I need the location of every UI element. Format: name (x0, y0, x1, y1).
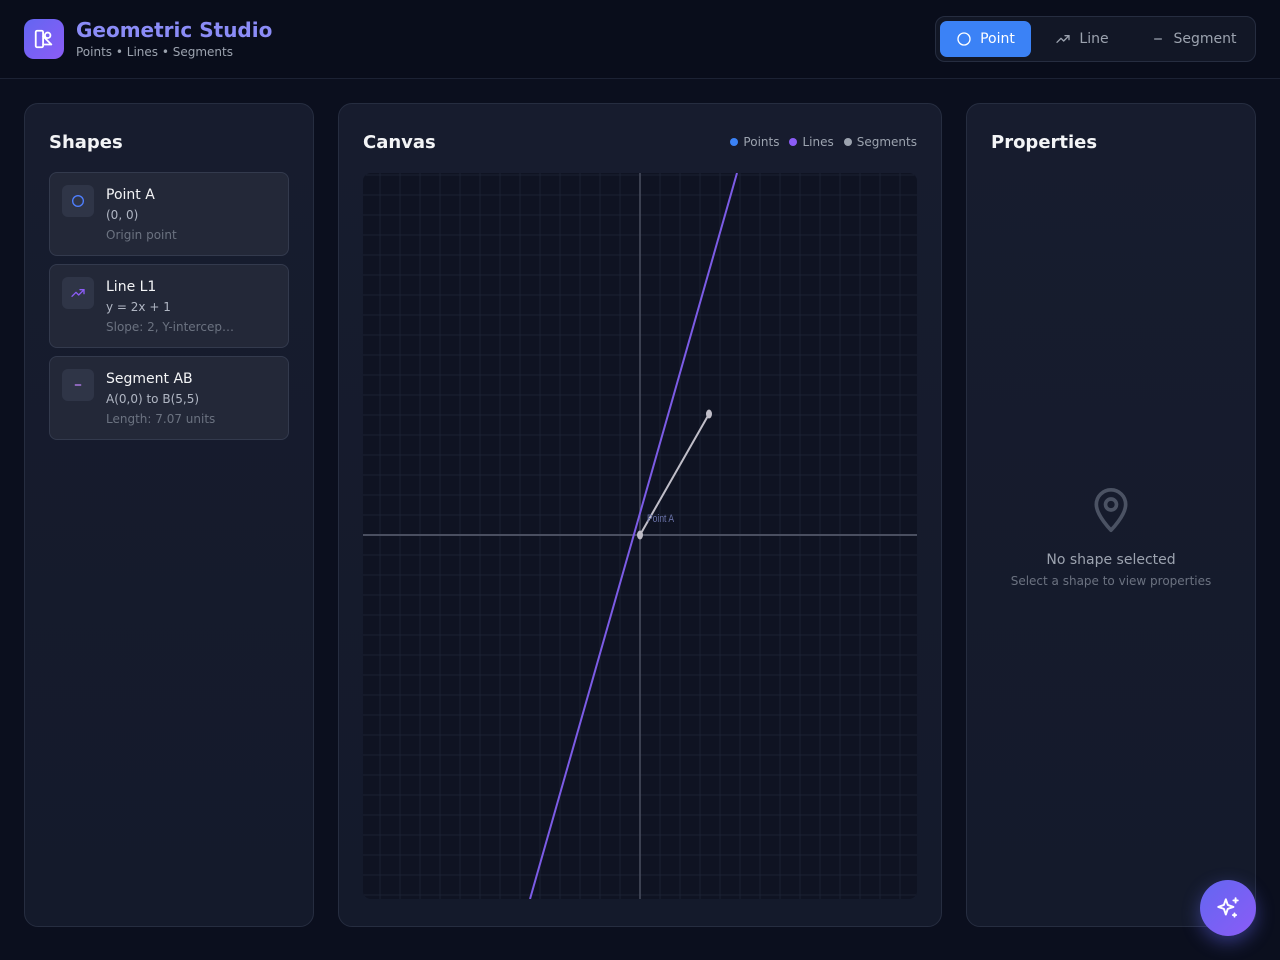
minus-icon (1153, 38, 1162, 40)
shape-name: Segment AB (106, 371, 193, 387)
shape-detail: y = 2x + 1 (106, 300, 171, 314)
minus-icon (62, 369, 94, 401)
legend-dot (730, 138, 739, 146)
shape-name: Point A (106, 187, 155, 203)
point-a-shape[interactable] (637, 530, 643, 540)
empty-state-subtitle: Select a shape to view properties (1010, 574, 1212, 588)
drawing-canvas[interactable]: Point A (363, 173, 917, 899)
tool-selector: Point Line Segment (935, 16, 1256, 62)
shape-name: Line L1 (106, 279, 157, 295)
shapes-icon (24, 19, 64, 59)
legend-label: Lines (802, 135, 834, 149)
sparkles-icon (1217, 897, 1239, 918)
shapes-panel: Shapes Point A (0, 0) Origin point Line … (24, 103, 314, 927)
legend-item-points: Points (730, 135, 779, 149)
legend-item-segments: Segments (843, 135, 917, 149)
point-a-label: Point A (647, 513, 675, 525)
app-subtitle: Points • Lines • Segments (76, 45, 233, 59)
shape-description: Slope: 2, Y-intercept: 1 (106, 320, 236, 334)
tool-line-button[interactable]: Line (1037, 21, 1127, 57)
properties-panel-title: Properties (991, 132, 1098, 153)
empty-state-title: No shape selected (1046, 552, 1176, 568)
tool-segment-label: Segment (1173, 31, 1237, 47)
shape-detail: A(0,0) to B(5,5) (106, 392, 200, 406)
shapes-panel-title: Shapes (49, 132, 123, 153)
app-title: Geometric Studio (76, 18, 273, 42)
ai-assist-button[interactable] (1200, 880, 1256, 936)
map-pin-icon (1094, 488, 1128, 533)
canvas-svg: Point A (363, 173, 917, 899)
shape-description: Length: 7.07 units (106, 412, 216, 426)
shape-item-segment-ab[interactable]: Segment AB A(0,0) to B(5,5) Length: 7.07… (49, 356, 289, 440)
segment-endpoint-b[interactable] (706, 409, 712, 419)
empty-state: No shape selected Select a shape to view… (967, 486, 1255, 588)
tool-segment-button[interactable]: Segment (1135, 21, 1251, 57)
shape-item-point-a[interactable]: Point A (0, 0) Origin point (49, 172, 289, 256)
legend-label: Points (743, 135, 780, 149)
legend-label: Segments (856, 135, 917, 149)
legend-dot (789, 138, 798, 146)
trending-up-icon (1056, 35, 1071, 43)
shape-item-line-l1[interactable]: Line L1 y = 2x + 1 Slope: 2, Y-intercept… (49, 264, 289, 348)
circle-icon (957, 32, 971, 46)
properties-panel: Properties No shape selected Select a sh… (966, 103, 1256, 927)
shape-detail: (0, 0) (106, 208, 139, 222)
legend-item-lines: Lines (789, 135, 834, 149)
canvas-panel-title: Canvas (363, 132, 436, 153)
tool-line-label: Line (1079, 31, 1109, 47)
app-header: Geometric Studio Points • Lines • Segmen… (0, 0, 1280, 79)
trending-up-icon (62, 277, 94, 309)
tool-point-label: Point (980, 31, 1015, 47)
canvas-panel: Canvas Points Lines Segments Point A (338, 103, 942, 927)
legend-dot (843, 138, 852, 146)
tool-point-button[interactable]: Point (940, 21, 1031, 57)
canvas-legend: Points Lines Segments (730, 135, 917, 149)
circle-icon (62, 185, 94, 217)
shape-description: Origin point (106, 228, 177, 242)
